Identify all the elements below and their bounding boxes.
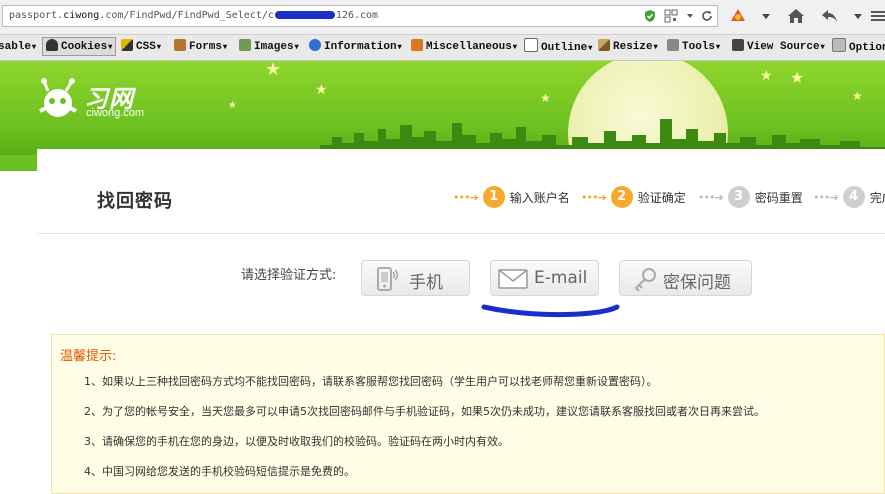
tip-item: 3、请确保您的手机在您的身边，以便及时收取我们的校验码。验证码在两小时内有效。 xyxy=(84,435,509,448)
logo-mascot-icon xyxy=(39,78,77,117)
tools-icon xyxy=(667,39,679,51)
view-source-icon xyxy=(732,39,744,51)
toolbar-resize[interactable]: Resize▾ xyxy=(598,38,658,57)
step-1: •••➔ 1 输入账户名 xyxy=(453,186,570,208)
phone-icon xyxy=(377,267,399,291)
toolbar-tools[interactable]: Tools▾ xyxy=(667,38,720,57)
security-question-method-button[interactable]: 密保问题 xyxy=(619,260,752,296)
outline-icon xyxy=(524,38,538,52)
tip-item: 4、中国习网给您发送的手机校验码短信提示是免费的。 xyxy=(84,465,355,478)
site-logo[interactable]: 习网 ciwong.com xyxy=(36,77,156,127)
redaction-scribble xyxy=(274,11,335,19)
toolbar-disable[interactable]: sable▾ xyxy=(0,38,36,57)
css-icon xyxy=(121,39,133,51)
url-text: passport.ciwong.com/FindPwd/FindPwd_Sele… xyxy=(9,10,379,21)
page-title: 找回密码 xyxy=(97,191,173,212)
browser-address-bar: passport.ciwong.com/FindPwd/FindPwd_Sele… xyxy=(0,0,885,35)
tip-item: 2、为了您的帐号安全，当天您最多可以申请5次找回密码邮件与手机验证码，如果5次仍… xyxy=(84,405,765,418)
menu-icon[interactable] xyxy=(868,6,885,26)
information-icon xyxy=(309,39,321,51)
key-icon xyxy=(634,268,656,292)
toolbar-css[interactable]: CSS▾ xyxy=(121,38,161,57)
extension-dropdown-icon[interactable] xyxy=(756,6,776,26)
toolbar-view-source[interactable]: View Source▾ xyxy=(732,38,825,57)
toolbar-images[interactable]: Images▾ xyxy=(239,38,299,57)
toolbar-outline[interactable]: Outline▾ xyxy=(524,38,592,57)
step-2: •••➔ 2 验证确定 xyxy=(581,186,686,208)
reload-icon[interactable] xyxy=(700,9,714,23)
star-decoration: ★ xyxy=(852,89,863,103)
toolbar-cookies[interactable]: Cookies▾ xyxy=(42,37,117,56)
url-input[interactable]: passport.ciwong.com/FindPwd/FindPwd_Sele… xyxy=(2,5,718,27)
forms-icon xyxy=(174,39,186,51)
cookies-icon xyxy=(46,39,58,51)
annotation-underline xyxy=(481,304,620,318)
dropdown-arrow-icon[interactable] xyxy=(683,9,697,23)
header-band xyxy=(0,155,37,171)
web-developer-toolbar: sable▾ Cookies▾ CSS▾ Forms▾ Images▾ Info… xyxy=(0,35,885,61)
step-3: •••➔ 3 密码重置 xyxy=(698,186,803,208)
toolbar-miscellaneous[interactable]: Miscellaneous▾ xyxy=(411,38,517,57)
back-icon[interactable] xyxy=(820,6,840,26)
title-divider xyxy=(37,233,885,234)
method-label: 请选择验证方式: xyxy=(241,268,337,283)
miscellaneous-icon xyxy=(411,39,423,51)
main-card: 找回密码 •••➔ 1 输入账户名 •••➔ 2 验证确定 •••➔ 3 密码重置 •••➔… xyxy=(37,149,885,494)
envelope-icon xyxy=(498,269,528,289)
images-icon xyxy=(239,39,251,51)
star-decoration: ★ xyxy=(228,100,237,111)
star-decoration: ★ xyxy=(790,68,805,87)
home-icon[interactable] xyxy=(786,6,806,26)
site-header: ★ ★ ★ ★ ★ ★ ★ 习网 ciwong.com xyxy=(0,61,885,155)
logo-subtitle: ciwong.com xyxy=(86,107,145,119)
star-decoration: ★ xyxy=(540,91,551,105)
email-method-button[interactable]: E-mail xyxy=(490,260,599,296)
history-dropdown-icon[interactable] xyxy=(848,6,868,26)
star-decoration: ★ xyxy=(315,82,328,98)
toolbar-forms[interactable]: Forms▾ xyxy=(174,38,227,57)
step-4: •••➔4完成 xyxy=(813,186,885,208)
qr-code-icon[interactable] xyxy=(664,9,678,23)
phone-method-button[interactable]: 手机 xyxy=(361,260,470,296)
options-icon xyxy=(832,38,846,52)
tip-item: 1、如果以上三种找回密码方式均不能找回密码，请联系客服帮您找回密码（学生用户可以… xyxy=(84,375,658,388)
tips-box: 温馨提示: 1、如果以上三种找回密码方式均不能找回密码，请联系客服帮您找回密码（… xyxy=(51,334,885,494)
security-shield-icon[interactable] xyxy=(643,9,657,23)
star-decoration: ★ xyxy=(760,68,773,84)
tips-title: 温馨提示: xyxy=(60,349,117,364)
browser-extension-icon[interactable] xyxy=(728,6,748,26)
star-decoration: ★ xyxy=(265,61,282,80)
resize-icon xyxy=(598,39,610,51)
toolbar-information[interactable]: Information▾ xyxy=(309,38,402,57)
toolbar-options[interactable]: Option xyxy=(832,38,885,57)
